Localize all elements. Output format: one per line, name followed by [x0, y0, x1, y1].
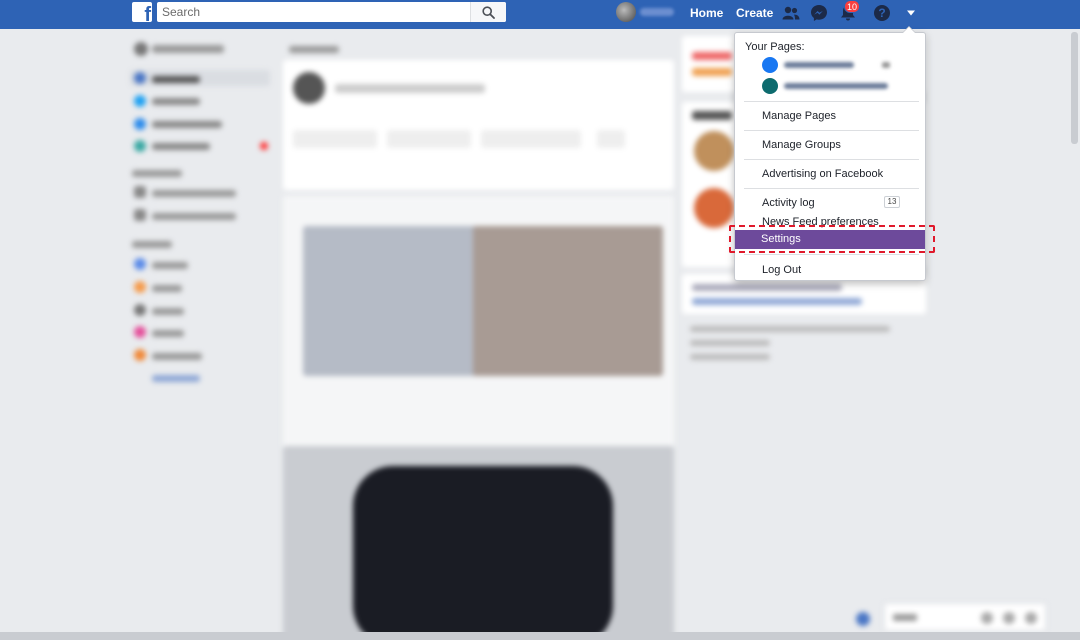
top-navigation-bar: f Home Create 10: [0, 0, 1080, 29]
caret-down-icon: [907, 10, 915, 16]
friends-icon: [782, 6, 800, 20]
log-out-item[interactable]: Log Out: [762, 264, 801, 277]
left-sidebar: [130, 36, 275, 396]
page-count-blurred: [882, 62, 890, 68]
page-icon: [762, 57, 778, 73]
menu-divider: [744, 101, 919, 102]
avatar: [616, 2, 636, 22]
chat-bar[interactable]: [884, 603, 1046, 631]
notification-count-badge: 10: [844, 0, 861, 13]
profile-name-blurred: [640, 8, 674, 16]
create-link[interactable]: Create: [736, 6, 773, 20]
menu-divider: [744, 254, 919, 255]
help-button[interactable]: ?: [872, 3, 892, 23]
advertising-item[interactable]: Advertising on Facebook: [762, 168, 883, 181]
activity-log-count: 13: [884, 196, 900, 208]
search-box: [157, 2, 506, 22]
search-input[interactable]: [157, 2, 467, 22]
manage-groups-item[interactable]: Manage Groups: [762, 139, 841, 152]
svg-text:?: ?: [878, 6, 885, 20]
news-feed: [283, 36, 674, 640]
settings-highlight-annotation: [729, 225, 935, 253]
compose-chat-icon[interactable]: [856, 612, 870, 626]
activity-log-item[interactable]: Activity log: [762, 197, 815, 210]
messenger-icon: [811, 5, 827, 21]
search-icon: [482, 5, 495, 19]
help-icon: ?: [874, 5, 890, 21]
horizontal-scrollbar[interactable]: [0, 632, 1080, 640]
page-icon: [762, 78, 778, 94]
messenger-button[interactable]: [809, 3, 829, 23]
profile-link[interactable]: [614, 2, 680, 22]
facebook-logo-icon[interactable]: f: [132, 2, 152, 22]
search-button[interactable]: [470, 2, 506, 22]
page-name-blurred: [784, 62, 854, 68]
friend-requests-button[interactable]: [781, 3, 801, 23]
account-menu-button[interactable]: [901, 3, 921, 23]
page-name-blurred: [784, 83, 888, 89]
page-item[interactable]: [762, 56, 912, 74]
home-link[interactable]: Home: [690, 6, 723, 20]
page-item[interactable]: [762, 77, 912, 95]
scrollbar-thumb[interactable]: [1071, 32, 1078, 144]
menu-divider: [744, 188, 919, 189]
post-composer: [283, 60, 674, 190]
menu-divider: [744, 130, 919, 131]
menu-divider: [744, 159, 919, 160]
feed-photo: [283, 196, 674, 640]
manage-pages-item[interactable]: Manage Pages: [762, 110, 836, 123]
your-pages-header: Your Pages:: [745, 41, 805, 53]
